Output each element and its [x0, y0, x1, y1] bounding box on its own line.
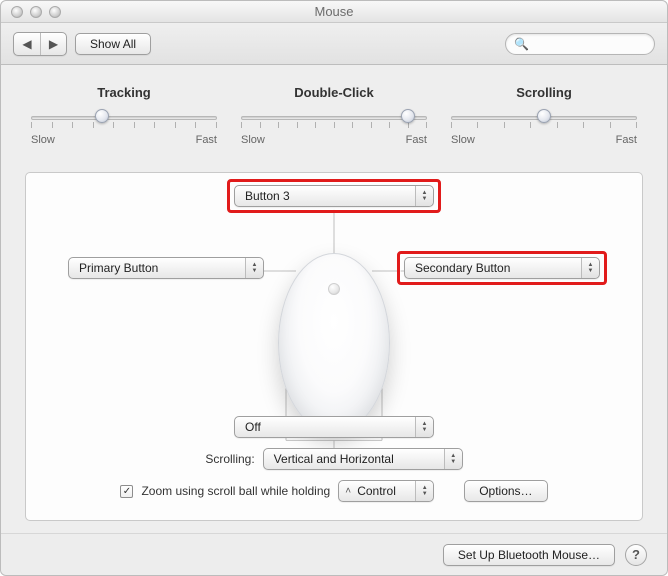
control-key-icon: ˄	[345, 486, 351, 497]
triangle-left-icon: ◀	[22, 37, 31, 51]
zoom-modifier-popup[interactable]: ˄ Control ▲▼	[338, 480, 434, 502]
popup-arrows-icon: ▲▼	[415, 417, 433, 437]
zoom-checkbox[interactable]: ✓	[120, 485, 133, 498]
scrolling-slider-block: Scrolling Slow Fast	[451, 85, 637, 146]
popup-arrows-icon: ▲▼	[581, 258, 599, 278]
triangle-right-icon: ▶	[49, 37, 58, 51]
side-button-popup[interactable]: Off ▲▼	[234, 416, 434, 438]
scrolling-slider[interactable]	[451, 110, 637, 126]
tracking-fast: Fast	[196, 134, 217, 146]
tracking-slow: Slow	[31, 134, 55, 146]
search-field[interactable]: 🔍	[505, 33, 655, 55]
mouse-panel: Button 3 ▲▼ Primary Button ▲▼ Secondary …	[25, 172, 643, 521]
minimize-window-button[interactable]	[30, 6, 42, 18]
tracking-slider-block: Tracking Slow Fast	[31, 85, 217, 146]
tracking-thumb[interactable]	[95, 109, 109, 123]
scroll-ball-icon	[328, 283, 340, 295]
doubleclick-fast: Fast	[406, 134, 427, 146]
top-button-popup[interactable]: Button 3 ▲▼	[234, 185, 434, 207]
window-title: Mouse	[1, 4, 667, 19]
popup-arrows-icon: ▲▼	[415, 186, 433, 206]
doubleclick-slider[interactable]	[241, 110, 427, 126]
scrolling-slow: Slow	[451, 134, 475, 146]
back-button[interactable]: ◀	[14, 33, 40, 55]
scrolling-thumb[interactable]	[537, 109, 551, 123]
side-button-value: Off	[245, 420, 261, 434]
zoom-window-button[interactable]	[49, 6, 61, 18]
help-button[interactable]: ?	[625, 544, 647, 566]
right-button-popup[interactable]: Secondary Button ▲▼	[404, 257, 600, 279]
top-button-value: Button 3	[245, 189, 290, 203]
titlebar: Mouse	[1, 1, 667, 23]
doubleclick-label: Double-Click	[294, 85, 373, 100]
footer: Set Up Bluetooth Mouse… ?	[1, 533, 667, 575]
popup-arrows-icon: ▲▼	[444, 449, 462, 469]
nav-back-forward: ◀ ▶	[13, 32, 67, 56]
forward-button[interactable]: ▶	[40, 33, 66, 55]
zoom-modifier-value: Control	[357, 484, 396, 498]
scrolling-mode-popup[interactable]: Vertical and Horizontal ▲▼	[263, 448, 463, 470]
doubleclick-slider-block: Double-Click Slow Fast	[241, 85, 427, 146]
scrolling-mode-label: Scrolling:	[205, 452, 254, 466]
show-all-button[interactable]: Show All	[75, 33, 151, 55]
scrolling-mode-value: Vertical and Horizontal	[274, 452, 394, 466]
mouse-illustration	[278, 253, 390, 433]
tracking-label: Tracking	[97, 85, 150, 100]
mouse-prefs-window: Mouse ◀ ▶ Show All 🔍 Tracking Slo	[0, 0, 668, 576]
window-controls	[1, 6, 61, 18]
popup-arrows-icon: ▲▼	[415, 481, 433, 501]
left-button-popup[interactable]: Primary Button ▲▼	[68, 257, 264, 279]
doubleclick-slow: Slow	[241, 134, 265, 146]
setup-bluetooth-button[interactable]: Set Up Bluetooth Mouse…	[443, 544, 615, 566]
magnifier-icon: 🔍	[514, 37, 529, 51]
scrolling-label: Scrolling	[516, 85, 572, 100]
content-area: Tracking Slow Fast Double-Click	[1, 65, 667, 533]
scrolling-fast: Fast	[616, 134, 637, 146]
toolbar: ◀ ▶ Show All 🔍	[1, 23, 667, 65]
zoom-options-button[interactable]: Options…	[464, 480, 547, 502]
right-button-value: Secondary Button	[415, 261, 510, 275]
left-button-value: Primary Button	[79, 261, 158, 275]
doubleclick-thumb[interactable]	[401, 109, 415, 123]
zoom-label: Zoom using scroll ball while holding	[141, 484, 330, 498]
popup-arrows-icon: ▲▼	[245, 258, 263, 278]
tracking-slider[interactable]	[31, 110, 217, 126]
close-window-button[interactable]	[11, 6, 23, 18]
